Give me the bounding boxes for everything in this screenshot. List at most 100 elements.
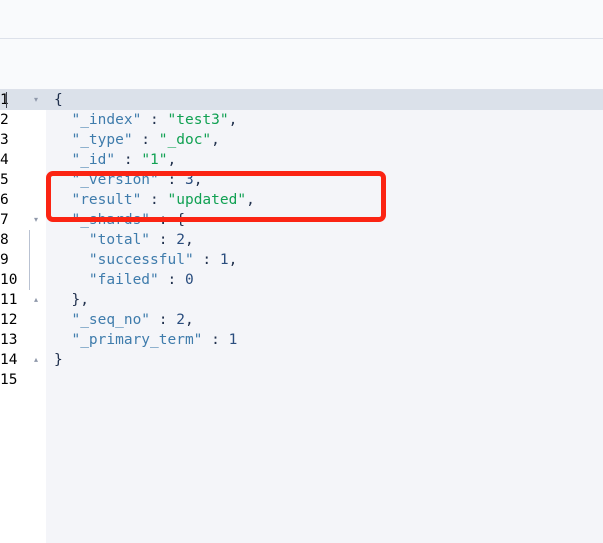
line-number[interactable]: 8 (0, 230, 46, 250)
token-punct (54, 232, 89, 248)
line-number[interactable]: 2 (0, 110, 46, 130)
token-key: "_version" (71, 172, 159, 188)
line-number[interactable]: 4 (0, 150, 46, 170)
token-key: "_seq_no" (71, 312, 151, 328)
line-number-label: 15 (0, 372, 18, 388)
token-punct: : (132, 132, 159, 148)
token-punct: , (167, 152, 177, 168)
line-number-label: 8 (0, 232, 9, 248)
text-caret (6, 92, 7, 108)
token-punct: : (141, 192, 168, 208)
window-sub-bar (0, 39, 603, 89)
token-str: "test3" (167, 112, 229, 128)
token-punct: { (54, 92, 63, 108)
token-punct: : (150, 232, 177, 248)
line-number-label: 7 (0, 212, 9, 228)
token-num: 3 (184, 172, 194, 188)
token-key: "_primary_term" (71, 332, 203, 348)
code-line[interactable]: "_index" : "test3", (46, 110, 603, 130)
token-punct: , (184, 312, 194, 328)
token-key: "_shards" (71, 212, 151, 228)
line-number-label: 2 (0, 112, 9, 128)
code-line[interactable]: } (46, 350, 603, 370)
token-punct: : (150, 312, 177, 328)
token-punct (54, 152, 71, 168)
line-number[interactable]: 9 (0, 250, 46, 270)
fold-collapse-icon[interactable]: ▾ (30, 90, 42, 110)
token-key: "total" (88, 232, 151, 248)
line-number[interactable]: 11 ▴ (0, 290, 46, 310)
token-punct (54, 312, 71, 328)
code-line[interactable]: "total" : 2, (46, 230, 603, 250)
line-number[interactable]: 15 (0, 370, 46, 390)
code-line[interactable]: }, (46, 290, 603, 310)
token-punct: : (115, 152, 142, 168)
line-number-label: 11 (0, 292, 18, 308)
token-punct: : (202, 332, 229, 348)
line-number[interactable]: 10 (0, 270, 46, 290)
token-key: "_id" (71, 152, 116, 168)
token-punct: : (158, 272, 185, 288)
token-punct (54, 192, 71, 208)
code-line[interactable] (46, 370, 603, 390)
code-line[interactable]: "successful" : 1, (46, 250, 603, 270)
code-line[interactable]: "_id" : "1", (46, 150, 603, 170)
token-key: "result" (71, 192, 142, 208)
token-punct: , (193, 172, 203, 188)
code-line[interactable]: { (46, 90, 603, 110)
line-number-label: 10 (0, 272, 18, 288)
token-punct: , (184, 232, 194, 248)
token-punct: : (141, 112, 168, 128)
line-number[interactable]: 14 ▴ (0, 350, 46, 370)
line-number[interactable]: 7 ▾ (0, 210, 46, 230)
line-number-label: 1 (0, 92, 9, 108)
app-window: { "_index" : "test3", "_type" : "_doc", … (0, 0, 603, 543)
token-key: "_type" (71, 132, 133, 148)
token-punct: : (158, 172, 185, 188)
token-key: "_index" (71, 112, 142, 128)
token-punct (54, 272, 89, 288)
line-number-label: 3 (0, 132, 9, 148)
token-key: "successful" (88, 252, 194, 268)
token-punct (54, 212, 71, 228)
code-line[interactable]: "_seq_no" : 2, (46, 310, 603, 330)
line-number[interactable]: 5 (0, 170, 46, 190)
code-line[interactable]: "_type" : "_doc", (46, 130, 603, 150)
code-line[interactable]: "_version" : 3, (46, 170, 603, 190)
line-number-label: 6 (0, 192, 9, 208)
line-number[interactable]: 3 (0, 130, 46, 150)
window-top-bar (0, 0, 603, 38)
line-number[interactable]: 12 (0, 310, 46, 330)
token-str: "1" (141, 152, 168, 168)
token-num: 2 (176, 232, 185, 248)
line-number-label: 5 (0, 172, 9, 188)
token-punct: : (193, 252, 220, 268)
token-key: "failed" (88, 272, 159, 288)
token-punct: , (246, 192, 255, 208)
json-response-viewer[interactable]: { "_index" : "test3", "_type" : "_doc", … (0, 90, 603, 543)
fold-expand-icon[interactable]: ▴ (30, 290, 42, 310)
token-punct: : { (150, 212, 185, 228)
token-str: "_doc" (158, 132, 212, 148)
token-punct (54, 112, 71, 128)
fold-expand-icon[interactable]: ▴ (30, 350, 42, 370)
code-line[interactable]: "_primary_term" : 1 (46, 330, 603, 350)
token-punct (54, 332, 71, 348)
token-punct (54, 252, 89, 268)
line-number-label: 4 (0, 152, 9, 168)
line-number-label: 9 (0, 252, 9, 268)
code-line[interactable]: "result" : "updated", (46, 190, 603, 210)
token-punct: }, (54, 292, 89, 308)
code-line[interactable]: "_shards" : { (46, 210, 603, 230)
line-number-label: 14 (0, 352, 18, 368)
fold-collapse-icon[interactable]: ▾ (30, 210, 42, 230)
token-num: 2 (176, 312, 185, 328)
line-number-list[interactable]: 1 ▾ 2 3 4 5 6 7 ▾ 8 9 10 11 ▴ 12 13 14 ▴ 15 (0, 90, 46, 390)
line-number-label: 13 (0, 332, 18, 348)
token-punct: , (228, 112, 238, 128)
token-punct: , (211, 132, 220, 148)
code-content-area[interactable]: { "_index" : "test3", "_type" : "_doc", … (46, 90, 603, 543)
line-number[interactable]: 6 (0, 190, 46, 210)
line-number[interactable]: 13 (0, 330, 46, 350)
code-line[interactable]: "failed" : 0 (46, 270, 603, 290)
